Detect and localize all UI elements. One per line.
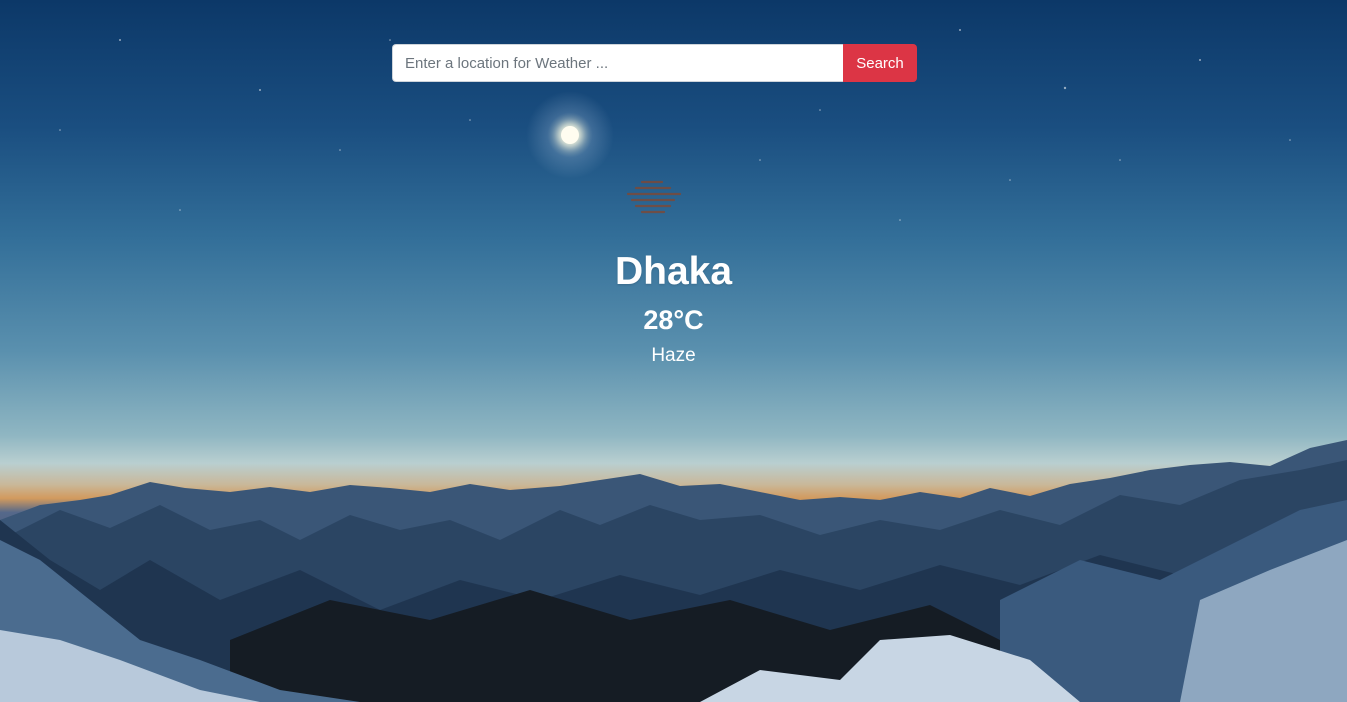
city-name: Dhaka [614,250,733,293]
weather-condition: Haze [651,345,696,366]
search-bar: Search [392,44,917,82]
weather-app: Search Dhaka 28°C Haze [0,0,1347,702]
location-search-input[interactable] [392,44,843,82]
search-button[interactable]: Search [843,44,917,82]
temperature: 28°C [643,305,704,335]
haze-icon [626,180,682,214]
